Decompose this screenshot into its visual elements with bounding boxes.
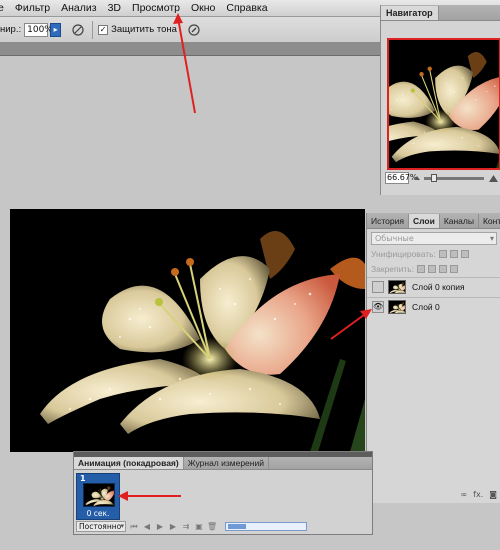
navigator-zoom-field[interactable]: 66.67% (385, 172, 418, 184)
navigator-footer: 66.67% (381, 171, 500, 185)
document-tab-strip (0, 43, 380, 56)
layer-thumbnail-image (389, 281, 405, 293)
tab-measurement-log[interactable]: Журнал измерений (184, 457, 269, 469)
menu-item-filter[interactable]: Фильтр (15, 2, 50, 14)
exposure-dropdown-button[interactable]: ▸ (50, 22, 62, 37)
tab-layers[interactable]: Слои (408, 214, 440, 228)
tween-icon[interactable]: ⇉ (181, 522, 191, 531)
pressure-icon[interactable] (187, 23, 201, 37)
exposure-label: нир.: (0, 24, 22, 35)
unify-label: Унифицировать: (371, 248, 436, 259)
lock-image-icon[interactable] (428, 264, 437, 273)
zoom-in-icon[interactable] (489, 174, 498, 183)
layers-footer: ∞ fx. ◙ (367, 487, 500, 501)
layer-name: Слой 0 (412, 302, 440, 312)
tab-animation[interactable]: Анимация (покадровая) (74, 457, 184, 469)
blend-row: Обычные (367, 231, 500, 246)
lock-all-icon[interactable] (450, 264, 459, 273)
layer-thumbnail (388, 280, 406, 294)
link-layers-icon[interactable]: ∞ (460, 490, 467, 499)
play-icon[interactable]: ▶ (155, 522, 165, 531)
menu-item-analysis[interactable]: Анализ (61, 2, 96, 14)
lock-transparent-icon[interactable] (417, 264, 426, 273)
loop-select[interactable]: Постоянно (76, 521, 126, 532)
layer-name: Слой 0 копия (412, 282, 465, 292)
navigator-preview[interactable] (387, 38, 500, 170)
zoom-out-icon[interactable] (414, 175, 421, 182)
tab-channels[interactable]: Каналы (440, 214, 479, 228)
timeline-scrollbar[interactable] (225, 522, 307, 531)
layer-effects-button[interactable]: fx. (473, 490, 483, 499)
navigator-tab-row: Навигатор (381, 5, 500, 21)
lily-photo (10, 209, 365, 452)
protect-tones-label: Защитить тона (111, 24, 177, 35)
frame-number: 1 (80, 474, 86, 483)
tab-history[interactable]: История (367, 214, 409, 228)
menu-item-window[interactable]: Окно (191, 2, 215, 14)
layer-row[interactable]: Слой 0 копия (367, 277, 500, 296)
airbrush-icon[interactable] (71, 23, 85, 37)
frame-delay[interactable]: 0 сек. (77, 509, 119, 518)
lock-label: Закрепить: (371, 263, 415, 274)
unify-position-icon[interactable] (438, 249, 447, 258)
lock-row: Закрепить: (367, 261, 500, 276)
protect-tones-checkbox[interactable]: ✓ (98, 24, 109, 35)
next-frame-icon[interactable]: ▶ (168, 522, 178, 531)
lock-position-icon[interactable] (439, 264, 448, 273)
menu-item-view[interactable]: Просмотр (132, 2, 180, 14)
animation-panel: Анимация (покадровая) Журнал измерений 1… (73, 451, 373, 535)
document-canvas[interactable] (10, 209, 365, 452)
zoom-slider-knob[interactable] (431, 173, 437, 182)
menu-item-3d[interactable]: 3D (108, 2, 121, 14)
layer-thumbnail (388, 300, 406, 314)
navigator-zoom-slider[interactable] (424, 173, 484, 182)
lily-preview-image (389, 40, 499, 168)
tab-paths[interactable]: Контуры (479, 214, 500, 228)
separator (92, 20, 94, 39)
add-mask-icon[interactable]: ◙ (489, 490, 497, 499)
animation-tab-row: Анимация (покадровая) Журнал измерений (74, 457, 372, 470)
delete-frame-icon[interactable]: 🗑 (207, 522, 217, 531)
visibility-toggle[interactable] (372, 281, 384, 293)
animation-frame[interactable]: 1 0 сек. (76, 473, 120, 520)
eye-icon[interactable]: 👁 (372, 301, 384, 313)
unify-style-icon[interactable] (460, 249, 469, 258)
frame-thumbnail-image (84, 484, 114, 506)
animation-controls: Постоянно ⏮ ◀ ▶ ▶ ⇉ ▣ 🗑 (76, 520, 372, 533)
exposure-input[interactable]: 100% (24, 22, 53, 37)
layers-panel: История Слои Каналы Контуры Обычные Униф… (366, 213, 500, 503)
first-frame-icon[interactable]: ⏮ (129, 522, 139, 531)
unify-row: Унифицировать: (367, 246, 500, 261)
navigator-panel: Навигатор 66.67% (380, 5, 500, 195)
blend-mode-select[interactable]: Обычные (371, 232, 497, 245)
layer-row[interactable]: 👁 Слой 0 (367, 297, 500, 316)
prev-frame-icon[interactable]: ◀ (142, 522, 152, 531)
layers-tab-row: История Слои Каналы Контуры (367, 213, 500, 229)
unify-visibility-icon[interactable] (449, 249, 458, 258)
options-bar: нир.: 100% ▸ ✓ Защитить тона (0, 17, 380, 43)
tab-navigator[interactable]: Навигатор (381, 6, 439, 20)
layer-thumbnail-image (389, 301, 405, 313)
menu-item-image[interactable]: е (0, 2, 4, 14)
new-frame-icon[interactable]: ▣ (194, 522, 204, 531)
frame-thumbnail (83, 483, 115, 507)
scrollbar-thumb[interactable] (228, 524, 246, 529)
menu-item-help[interactable]: Справка (226, 2, 267, 14)
